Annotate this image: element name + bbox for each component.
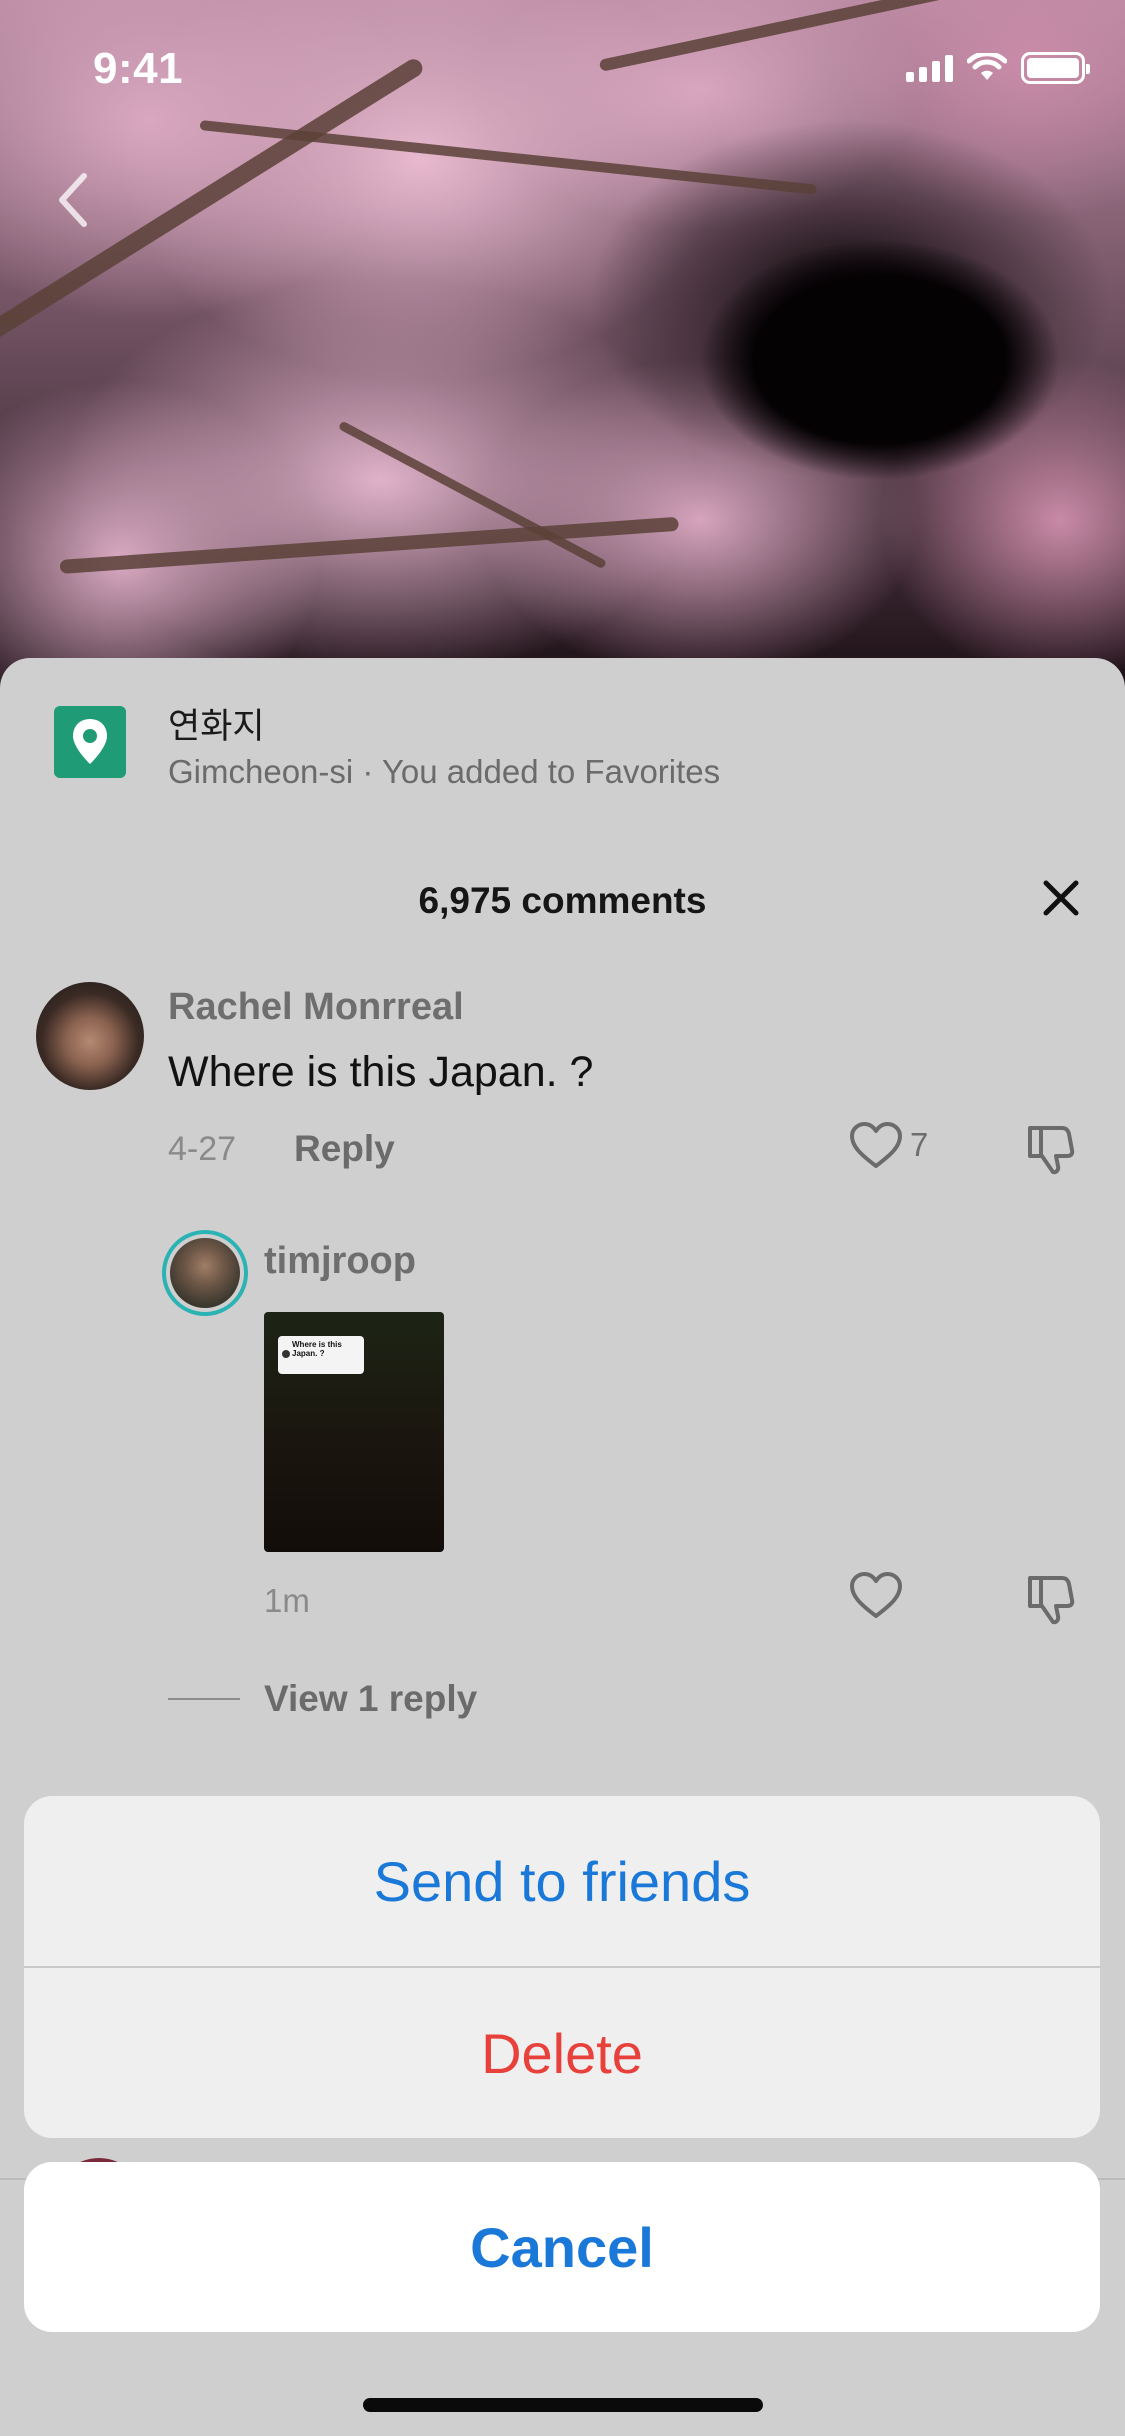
comments-count: 6,975 comments [418,880,707,921]
reply-dislike-button[interactable] [1024,1570,1080,1626]
thumbs-down-icon [1028,1126,1075,1175]
reply-like-button[interactable] [848,1570,904,1625]
location-pin-icon [54,706,126,778]
thumbnail-caption: Where is this Japan. ? [278,1336,364,1374]
status-time: 9:41 [93,44,184,93]
close-button[interactable] [1031,868,1091,928]
view-replies-button[interactable]: View 1 reply [168,1678,477,1720]
heart-icon [850,1572,902,1618]
place-row[interactable]: 연화지 Gimcheon-si · You added to Favorites [0,658,1125,828]
battery-icon [1021,52,1090,84]
video-reply-thumbnail[interactable]: Where is this Japan. ? [264,1312,444,1552]
like-count: 7 [910,1126,929,1163]
wifi-icon [967,53,1007,80]
home-indicator[interactable] [363,2398,763,2412]
chevron-left-icon [59,173,87,227]
thumbs-down-icon [1028,1576,1075,1625]
place-subtitle: Gimcheon-si · You added to Favorites [168,753,721,790]
reply-time: 1m [264,1582,310,1619]
heart-icon [850,1122,902,1168]
comment-date: 4-27 [168,1130,237,1168]
avatar[interactable] [36,982,144,1090]
dislike-button[interactable] [1024,1120,1080,1176]
like-button[interactable]: 7 [848,1120,928,1170]
status-bar: 9:41 [0,0,1125,140]
place-name: 연화지 [168,707,265,746]
comment-author[interactable]: Rachel Monrreal [168,986,464,1029]
cancel-button[interactable]: Cancel [24,2162,1100,2332]
reply-button[interactable]: Reply [294,1128,395,1170]
cellular-signal-icon [906,54,953,82]
close-icon [1043,880,1079,916]
comment-text: Where is this Japan. ? [168,1048,594,1096]
reply-avatar[interactable] [162,1230,248,1316]
status-icons [906,52,1090,84]
action-sheet: Send to friends Delete [24,1796,1100,2138]
view-replies-label: View 1 reply [264,1678,478,1719]
reply-author[interactable]: timjroop [264,1240,416,1283]
delete-button[interactable]: Delete [24,1968,1100,2138]
divider [168,1698,240,1700]
back-button[interactable] [42,165,102,235]
comments-header: 6,975 comments [0,858,1125,938]
send-to-friends-button[interactable]: Send to friends [24,1796,1100,1966]
